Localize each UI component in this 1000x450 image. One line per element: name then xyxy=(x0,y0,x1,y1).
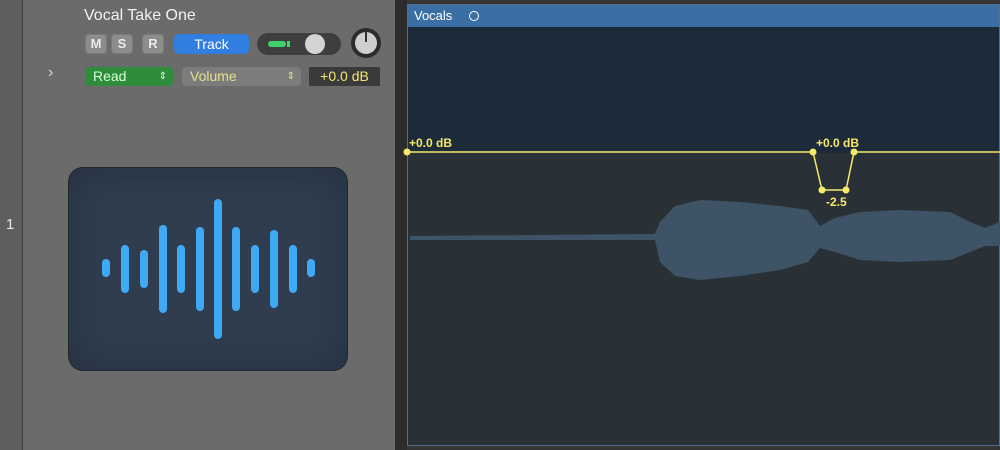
level-led-small xyxy=(287,41,290,47)
toggle-knob xyxy=(305,34,325,54)
solo-button[interactable]: S xyxy=(111,34,133,54)
track-on-toggle[interactable] xyxy=(257,33,341,55)
region-title-bar[interactable]: Vocals xyxy=(408,5,999,27)
pan-knob[interactable] xyxy=(351,28,381,58)
popup-arrows-icon: ⇕ xyxy=(158,71,167,82)
mute-button[interactable]: M xyxy=(85,34,107,54)
pan-knob-indicator xyxy=(365,32,367,42)
loop-circle-icon[interactable] xyxy=(469,11,479,21)
popup-arrows-icon: ⇕ xyxy=(286,71,295,82)
track-name[interactable]: Vocal Take One xyxy=(84,7,196,25)
automation-start-label: +0.0 dB xyxy=(409,136,453,150)
chevron-right-icon[interactable]: › xyxy=(48,64,53,82)
record-button[interactable]: R xyxy=(142,34,164,54)
automation-value-field[interactable]: +0.0 dB xyxy=(309,67,380,86)
track-icon-tile[interactable] xyxy=(69,168,347,370)
track-number: 1 xyxy=(6,216,15,233)
audio-region[interactable]: Vocals xyxy=(407,4,1000,446)
waveform-icon xyxy=(102,199,315,339)
automation-parameter-label: Volume xyxy=(190,68,237,84)
automation-mode-popup[interactable]: Read ⇕ xyxy=(85,67,173,86)
automation-mode-label: Read xyxy=(93,68,127,84)
automation-lane-upper xyxy=(408,27,999,153)
automation-dip-label: -2.5 xyxy=(826,195,847,209)
automation-peak-label: +0.0 dB xyxy=(816,136,860,150)
track-number-gutter: 1 xyxy=(0,0,23,450)
track-button[interactable]: Track xyxy=(174,34,249,54)
level-led xyxy=(268,41,286,47)
track-header[interactable]: Vocal Take One M S R Track › Read ⇕ Volu… xyxy=(23,0,395,450)
region-name: Vocals xyxy=(414,8,453,23)
automation-parameter-popup[interactable]: Volume ⇕ xyxy=(182,67,301,86)
pane-divider[interactable] xyxy=(395,0,407,450)
